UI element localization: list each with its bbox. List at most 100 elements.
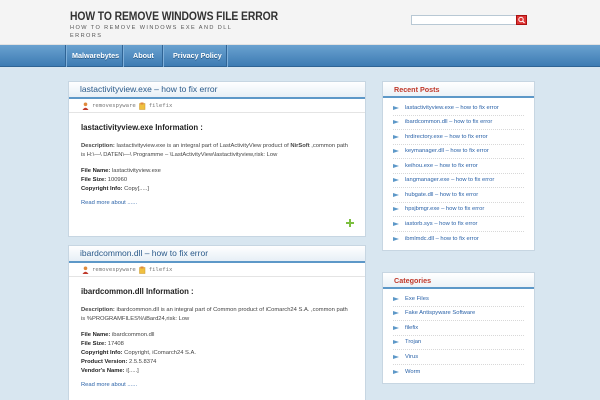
post-body: lastactivityview.exe Information : Descr… bbox=[69, 123, 365, 206]
post-category[interactable]: filefix bbox=[149, 267, 173, 273]
category-label: Exe Files bbox=[405, 295, 429, 302]
file-info-value: ibardcommon.dll bbox=[110, 332, 155, 338]
recent-post-link[interactable]: keihou.exe – how to fix error bbox=[393, 159, 524, 174]
file-info-row: Vendor's Name: i[.....] bbox=[81, 367, 353, 376]
arrow-bullet-icon bbox=[393, 369, 399, 374]
arrow-bullet-icon bbox=[393, 236, 399, 241]
arrow-bullet-icon bbox=[393, 178, 399, 183]
file-info-label: Copyright Info: bbox=[81, 186, 123, 192]
post: lastactivityview.exe – how to fix error … bbox=[68, 81, 366, 237]
author-icon bbox=[82, 266, 89, 274]
widget-title: Categories bbox=[383, 273, 534, 289]
recent-post-label: ibardcommon.dll – how to fix error bbox=[405, 119, 493, 126]
categories-widget: Categories Exe Files Fake Antispyware So… bbox=[382, 272, 535, 384]
file-info-row: File Name: ibardcommon.dll bbox=[81, 331, 353, 340]
post-description: Description: lastactivityview.exe is an … bbox=[81, 142, 353, 160]
category-label: Trojan bbox=[405, 339, 422, 346]
arrow-bullet-icon bbox=[393, 163, 399, 168]
recent-post-link[interactable]: hubgate.dll – how to fix error bbox=[393, 188, 524, 203]
read-more-link[interactable]: Read more about ...... bbox=[81, 200, 353, 206]
category-link[interactable]: Exe Files bbox=[393, 292, 524, 307]
file-info-value: lastactivityview.exe bbox=[110, 168, 161, 174]
nav-item-privacy-policy[interactable]: Privacy Policy bbox=[173, 45, 222, 67]
recent-post-link[interactable]: iastorb.sys – how to fix error bbox=[393, 217, 524, 232]
nav-item-about[interactable]: About bbox=[133, 45, 154, 67]
post-author[interactable]: removespyware bbox=[92, 103, 136, 109]
post-body: ibardcommon.dll Information : Descriptio… bbox=[69, 287, 365, 388]
folder-icon bbox=[139, 266, 146, 274]
recent-post-link[interactable]: keymanager.dll – how to fix error bbox=[393, 145, 524, 159]
recent-post-label: hpsjbmgr.exe – how to fix error bbox=[405, 206, 485, 213]
site-title[interactable]: HOW TO REMOVE WINDOWS FILE ERROR bbox=[70, 11, 278, 23]
file-info-label: Vendor's Name: bbox=[81, 368, 125, 374]
category-link[interactable]: Fake Antispyware Software bbox=[393, 307, 524, 321]
site-description: HOW TO REMOVE WINDOWS EXE AND DLL ERRORS bbox=[70, 25, 233, 39]
read-more-link[interactable]: Read more about ...... bbox=[81, 382, 353, 388]
file-info-value: 17408 bbox=[106, 341, 124, 347]
description-vendor: NirSoft bbox=[290, 143, 310, 149]
nav-separator bbox=[226, 45, 227, 67]
arrow-bullet-icon bbox=[393, 105, 399, 110]
search-button[interactable] bbox=[516, 15, 527, 25]
description-label: Description: bbox=[81, 307, 115, 313]
category-link[interactable]: Worm bbox=[393, 365, 524, 380]
recent-post-link[interactable]: hpsjbmgr.exe – how to fix error bbox=[393, 203, 524, 217]
recent-post-link[interactable]: ibardcommon.dll – how to fix error bbox=[393, 116, 524, 130]
arrow-bullet-icon bbox=[393, 340, 399, 345]
category-link[interactable]: Virus bbox=[393, 350, 524, 365]
recent-post-link[interactable]: lastactivityview.exe – how to fix error bbox=[393, 101, 524, 116]
categories-list: Exe Files Fake Antispyware Software file… bbox=[383, 289, 534, 383]
post-meta: removespyware filefix bbox=[69, 263, 365, 277]
search-input[interactable] bbox=[411, 15, 527, 25]
file-info-label: File Size: bbox=[81, 341, 107, 347]
recent-post-label: keymanager.dll – how to fix error bbox=[405, 148, 489, 155]
nav-separator bbox=[65, 45, 66, 67]
file-info-value: i[.....] bbox=[124, 368, 139, 374]
file-info-value: 2.5.5.8374 bbox=[127, 359, 157, 365]
file-info-label: File Size: bbox=[81, 177, 107, 183]
arrow-bullet-icon bbox=[393, 354, 399, 359]
recent-posts-list: lastactivityview.exe – how to fix error … bbox=[383, 98, 534, 250]
main-nav: Malwarebytes About Privacy Policy bbox=[0, 45, 600, 67]
post-heading: lastactivityview.exe Information : bbox=[81, 123, 203, 132]
widget-title: Recent Posts bbox=[383, 82, 534, 98]
site-header: HOW TO REMOVE WINDOWS FILE ERROR HOW TO … bbox=[0, 0, 600, 45]
arrow-bullet-icon bbox=[393, 311, 399, 316]
recent-post-label: hrdirectory.exe – how to fix error bbox=[405, 133, 488, 140]
file-info-label: Product Version: bbox=[81, 359, 128, 365]
arrow-bullet-icon bbox=[393, 120, 399, 125]
recent-post-link[interactable]: ibmlmdc.dll – how to fix error bbox=[393, 232, 524, 247]
file-info-label: Copyright Info: bbox=[81, 350, 123, 356]
post-title[interactable]: lastactivityview.exe – how to fix error bbox=[69, 82, 365, 99]
folder-icon bbox=[139, 102, 146, 110]
description-text: ibardcommon.dll is an integral part of C… bbox=[81, 307, 348, 322]
expand-plus-icon[interactable] bbox=[346, 219, 354, 227]
recent-post-link[interactable]: langmanager.exe – how to fix error bbox=[393, 174, 524, 188]
file-info-value: Copy[.....] bbox=[122, 186, 149, 192]
category-label: Virus bbox=[405, 353, 419, 360]
nav-item-malwarebytes[interactable]: Malwarebytes bbox=[72, 45, 119, 67]
file-info-label: File Name: bbox=[81, 332, 111, 338]
arrow-bullet-icon bbox=[393, 221, 399, 226]
description-text: lastactivityview.exe is an integral part… bbox=[114, 143, 291, 149]
recent-post-label: iastorb.sys – how to fix error bbox=[405, 220, 478, 227]
arrow-bullet-icon bbox=[393, 134, 399, 139]
file-info-value: Copyright, iComarch24 S.A. bbox=[122, 350, 197, 356]
nav-separator bbox=[162, 45, 163, 67]
arrow-bullet-icon bbox=[393, 192, 399, 197]
recent-post-link[interactable]: hrdirectory.exe – how to fix error bbox=[393, 130, 524, 145]
category-link[interactable]: filefix bbox=[393, 321, 524, 336]
post-meta: removespyware filefix bbox=[69, 99, 365, 113]
recent-posts-widget: Recent Posts lastactivityview.exe – how … bbox=[382, 81, 535, 251]
file-info-value: 100960 bbox=[106, 177, 128, 183]
post-title[interactable]: ibardcommon.dll – how to fix error bbox=[69, 246, 365, 263]
file-info-row: File Size: 100960 bbox=[81, 176, 353, 185]
post-author[interactable]: removespyware bbox=[92, 267, 136, 273]
category-link[interactable]: Trojan bbox=[393, 336, 524, 350]
post-category[interactable]: filefix bbox=[149, 103, 173, 109]
file-info-row: File Size: 17408 bbox=[81, 340, 353, 349]
search-icon bbox=[518, 16, 525, 24]
recent-post-label: keihou.exe – how to fix error bbox=[405, 162, 478, 169]
file-info-row: Copyright Info: Copyright, iComarch24 S.… bbox=[81, 349, 353, 358]
nav-separator bbox=[122, 45, 123, 67]
